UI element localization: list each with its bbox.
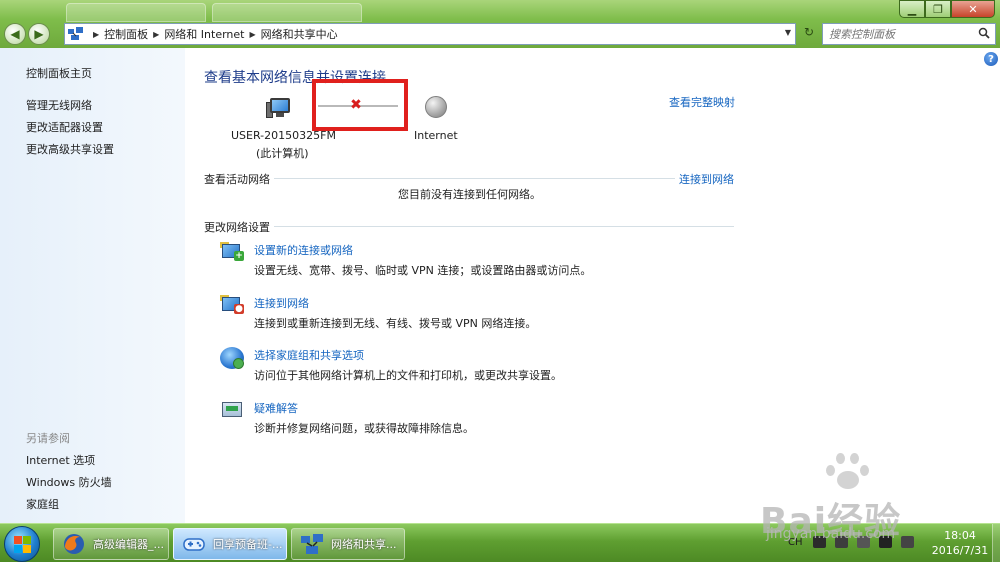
show-desktop-button[interactable] xyxy=(992,524,1000,562)
change-settings-section: 更改网络设置 xyxy=(204,219,734,235)
change-settings-heading: 更改网络设置 xyxy=(204,219,274,235)
sidebar: 控制面板主页 管理无线网络 更改适配器设置 更改高级共享设置 另请参阅 Inte… xyxy=(0,48,185,523)
back-button[interactable]: ◀ xyxy=(4,23,26,45)
background-tab xyxy=(212,3,362,22)
address-bar[interactable]: ▶ 控制面板 ▶ 网络和 Internet ▶ 网络和共享中心 ▼ xyxy=(64,23,796,45)
window-frame: ▁ ❐ ✕ ◀ ▶ ▶ 控制面板 ▶ 网络和 Internet ▶ 网络和共享中… xyxy=(0,0,1000,48)
breadcrumb-control-panel[interactable]: 控制面板 xyxy=(104,26,148,42)
keyboard-icon[interactable] xyxy=(812,536,826,548)
active-networks-heading: 查看活动网络 xyxy=(204,171,274,187)
control-panel-icon xyxy=(68,27,84,41)
red-highlight-box xyxy=(312,79,408,131)
close-button[interactable]: ✕ xyxy=(951,0,995,18)
no-network-message: 您目前没有连接到任何网络。 xyxy=(398,188,541,201)
taskbar-item-label: 回享预备班-... xyxy=(213,538,283,551)
homegroup-icon xyxy=(220,347,244,369)
taskbar-item-firefox[interactable]: 高级编辑器_... xyxy=(53,528,169,560)
computer-icon[interactable] xyxy=(266,98,292,120)
connect-to-network-link[interactable]: 连接到网络 xyxy=(675,171,734,187)
firefox-icon xyxy=(62,532,86,556)
clock-date: 2016/7/31 xyxy=(931,544,989,557)
new-connection-link[interactable]: 设置新的连接或网络 xyxy=(254,242,353,258)
refresh-button[interactable]: ↻ xyxy=(798,25,820,43)
search-box[interactable] xyxy=(822,23,996,45)
new-connection-desc: 设置无线、宽带、拨号、临时或 VPN 连接；或设置路由器或访问点。 xyxy=(254,264,592,277)
taskbar-item-game[interactable]: 回享预备班-... xyxy=(173,528,287,560)
connect-network-link[interactable]: 连接到网络 xyxy=(254,295,309,311)
sidebar-item-homegroup[interactable]: 家庭组 xyxy=(26,496,59,512)
monitor-stand-shape xyxy=(276,113,284,117)
troubleshoot-desc: 诊断并修复网络问题，或获得故障排除信息。 xyxy=(254,422,474,435)
active-networks-section: 查看活动网络 连接到网络 xyxy=(204,171,734,187)
this-computer-label: (此计算机) xyxy=(256,147,309,160)
see-also-heading: 另请参阅 xyxy=(26,432,70,445)
breadcrumb-separator: ▶ xyxy=(93,29,100,39)
forward-button[interactable]: ▶ xyxy=(28,23,50,45)
action-center-icon[interactable] xyxy=(856,536,870,548)
sidebar-item-home[interactable]: 控制面板主页 xyxy=(26,65,92,81)
taskbar-item-network-center[interactable]: 网络和共享... xyxy=(291,528,405,560)
internet-globe-icon[interactable] xyxy=(425,96,447,118)
computer-name-label: USER-20150325FM xyxy=(231,129,336,142)
task-homegroup: 选择家庭组和共享选项 访问位于其他网络计算机上的文件和打印机，或更改共享设置。 xyxy=(220,347,740,387)
task-new-connection: + 设置新的连接或网络 设置无线、宽带、拨号、临时或 VPN 连接；或设置路由器… xyxy=(220,242,740,282)
taskbar-item-label: 高级编辑器_... xyxy=(93,538,164,551)
section-divider xyxy=(204,178,734,179)
breadcrumb-network-sharing-center[interactable]: 网络和共享中心 xyxy=(261,26,338,42)
task-troubleshoot: 疑难解答 诊断并修复网络问题，或获得故障排除信息。 xyxy=(220,400,740,440)
task-connect-network: ● 连接到网络 连接到或重新连接到无线、有线、拨号或 VPN 网络连接。 xyxy=(220,295,740,335)
troubleshoot-icon xyxy=(220,400,244,422)
homegroup-desc: 访问位于其他网络计算机上的文件和打印机，或更改共享设置。 xyxy=(254,369,562,382)
internet-label: Internet xyxy=(414,129,458,142)
background-tab xyxy=(66,3,206,22)
view-full-map-link[interactable]: 查看完整映射 xyxy=(669,94,735,110)
clock-time: 18:04 xyxy=(944,529,976,542)
clock[interactable]: 18:04 2016/7/31 xyxy=(928,528,992,558)
help-icon[interactable]: ? xyxy=(984,52,998,66)
minimize-button[interactable]: ▁ xyxy=(899,0,925,18)
breadcrumb-network-internet[interactable]: 网络和 Internet xyxy=(164,26,244,42)
gamepad-icon xyxy=(182,532,206,556)
sidebar-item-manage-wireless[interactable]: 管理无线网络 xyxy=(26,97,92,113)
breadcrumb-separator[interactable]: ▶ xyxy=(153,30,159,39)
taskbar-item-label: 网络和共享... xyxy=(331,538,397,551)
volume-icon[interactable] xyxy=(900,536,914,548)
sidebar-item-adapter-settings[interactable]: 更改适配器设置 xyxy=(26,119,103,135)
search-icon[interactable] xyxy=(978,27,990,39)
window-controls: ▁ ❐ ✕ xyxy=(899,0,995,18)
language-indicator[interactable]: CH xyxy=(788,537,803,548)
new-connection-icon: + xyxy=(220,242,244,264)
breadcrumb-separator[interactable]: ▶ xyxy=(250,30,256,39)
windows-logo-icon xyxy=(14,536,32,554)
monitor-shape xyxy=(270,98,290,113)
sidebar-item-windows-firewall[interactable]: Windows 防火墙 xyxy=(26,474,112,490)
start-button[interactable] xyxy=(4,526,40,562)
troubleshoot-link[interactable]: 疑难解答 xyxy=(254,400,298,416)
section-divider xyxy=(204,226,734,227)
homegroup-link[interactable]: 选择家庭组和共享选项 xyxy=(254,347,364,363)
connect-network-desc: 连接到或重新连接到无线、有线、拨号或 VPN 网络连接。 xyxy=(254,317,537,330)
client-area: 控制面板主页 管理无线网络 更改适配器设置 更改高级共享设置 另请参阅 Inte… xyxy=(0,48,1000,523)
maximize-button[interactable]: ❐ xyxy=(925,0,951,18)
connect-network-icon: ● xyxy=(220,295,244,317)
sidebar-item-advanced-sharing[interactable]: 更改高级共享设置 xyxy=(26,141,114,157)
network-center-icon xyxy=(300,532,324,556)
taskbar: 高级编辑器_... 回享预备班-... 网络和共享... CH 18:04 20… xyxy=(0,523,1000,562)
navigation-bar: ◀ ▶ ▶ 控制面板 ▶ 网络和 Internet ▶ 网络和共享中心 ▼ ↻ xyxy=(0,22,1000,46)
system-tray: CH xyxy=(788,527,923,557)
qq-icon[interactable] xyxy=(878,536,892,548)
search-input[interactable] xyxy=(829,27,969,41)
sidebar-item-internet-options[interactable]: Internet 选项 xyxy=(26,452,95,468)
network-tray-icon[interactable] xyxy=(834,536,848,548)
chevron-down-icon[interactable]: ▼ xyxy=(785,28,791,37)
